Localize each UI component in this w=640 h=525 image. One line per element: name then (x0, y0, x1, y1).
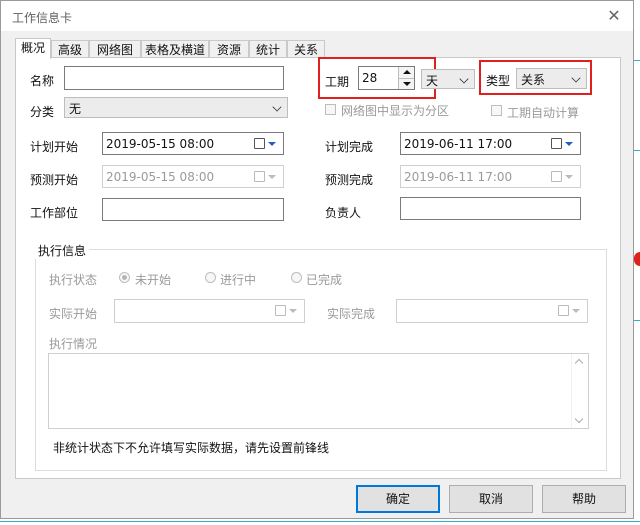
background-red-marker (634, 252, 640, 266)
title-bar: 工作信息卡 ✕ (1, 1, 633, 31)
tab-network[interactable]: 网络图 (89, 40, 141, 58)
dept-input[interactable] (102, 198, 284, 221)
dropdown-arrow-icon (268, 175, 276, 179)
category-label: 分类 (30, 105, 55, 119)
status-radio-completed[interactable] (291, 272, 302, 283)
forecast-start-field: 2019-05-15 08:00 (102, 165, 284, 188)
notes-scrollbar[interactable] (571, 354, 588, 428)
type-select[interactable]: 关系 (516, 68, 587, 89)
dropdown-arrow-icon (565, 175, 573, 179)
plan-start-label: 计划开始 (30, 140, 79, 154)
background-grid-line (0, 521, 640, 522)
type-value: 关系 (521, 73, 546, 87)
category-select[interactable]: 无 (64, 97, 288, 118)
forecast-finish-value: 2019-06-11 17:00 (404, 170, 513, 184)
calendar-icon (254, 138, 265, 149)
duration-label: 工期 (325, 75, 350, 89)
background-grid-line (634, 60, 640, 61)
forecast-finish-label: 预测完成 (325, 173, 374, 187)
plan-finish-value: 2019-06-11 17:00 (404, 137, 513, 151)
dialog-title: 工作信息卡 (12, 11, 73, 25)
calendar-icon (275, 305, 286, 316)
calendar-dropdown (558, 304, 584, 318)
status-option-in-progress: 进行中 (220, 273, 257, 287)
dropdown-arrow-icon (565, 142, 573, 146)
duration-unit-select[interactable]: 天 (421, 69, 475, 89)
forecast-start-value: 2019-05-15 08:00 (106, 170, 215, 184)
calendar-icon (254, 171, 265, 182)
tab-advanced[interactable]: 高级 (51, 40, 89, 58)
duration-stepper[interactable]: 28 (358, 66, 415, 90)
ok-button[interactable]: 确定 (356, 485, 440, 513)
forecast-finish-field: 2019-06-11 17:00 (400, 165, 581, 188)
auto-calc-label: 工期自动计算 (507, 106, 580, 120)
owner-label: 负责人 (325, 206, 362, 220)
duration-unit-value: 天 (426, 74, 439, 88)
execution-group-title: 执行信息 (35, 242, 90, 259)
name-label: 名称 (30, 74, 55, 88)
calendar-dropdown (254, 170, 280, 184)
actual-finish-label: 实际完成 (327, 307, 376, 321)
status-option-completed: 已完成 (306, 273, 343, 287)
background-grid-line (634, 320, 640, 321)
work-info-dialog: 工作信息卡 ✕ 概况 高级 网络图 表格及横道 资源 统计 关系 名称 工期 2… (0, 0, 634, 519)
auto-calc-checkbox[interactable] (491, 105, 502, 116)
calendar-icon (551, 138, 562, 149)
chevron-down-icon (571, 73, 581, 83)
tab-relations[interactable]: 关系 (287, 40, 325, 58)
duration-value: 28 (362, 71, 378, 85)
dept-label: 工作部位 (30, 206, 79, 220)
cancel-button[interactable]: 取消 (449, 485, 533, 513)
scroll-up-icon[interactable] (574, 358, 584, 368)
notes-label: 执行情况 (49, 337, 98, 351)
help-button[interactable]: 帮助 (542, 485, 626, 513)
plan-start-value: 2019-05-15 08:00 (106, 137, 215, 151)
plan-finish-field[interactable]: 2019-06-11 17:00 (400, 132, 581, 155)
stepper-arrows[interactable] (398, 67, 414, 89)
stepper-down-icon[interactable] (403, 82, 411, 86)
type-label: 类型 (486, 74, 511, 88)
background-grid-line (634, 150, 640, 151)
calendar-icon (558, 305, 569, 316)
plan-start-field[interactable]: 2019-05-15 08:00 (102, 132, 284, 155)
scroll-down-icon[interactable] (574, 414, 584, 424)
show-as-zone-label: 网络图中显示为分区 (341, 104, 450, 118)
forecast-start-label: 预测开始 (30, 173, 79, 187)
status-radio-in-progress[interactable] (205, 272, 216, 283)
stepper-up-icon[interactable] (403, 70, 411, 74)
tab-table-gantt[interactable]: 表格及横道 (141, 40, 209, 58)
tab-overview[interactable]: 概况 (15, 38, 51, 59)
notice-text: 非统计状态下不允许填写实际数据，请先设置前锋线 (53, 441, 330, 455)
calendar-icon (551, 171, 562, 182)
notes-textarea[interactable] (48, 353, 589, 429)
status-radio-not-started[interactable] (119, 272, 130, 283)
calendar-dropdown (275, 304, 301, 318)
calendar-dropdown (551, 170, 577, 184)
dropdown-arrow-icon (268, 142, 276, 146)
category-value: 无 (69, 102, 82, 116)
calendar-dropdown[interactable] (551, 137, 577, 151)
close-icon[interactable]: ✕ (603, 5, 625, 27)
tab-statistics[interactable]: 统计 (249, 40, 287, 58)
status-label: 执行状态 (49, 273, 98, 287)
actual-start-label: 实际开始 (49, 307, 98, 321)
plan-finish-label: 计划完成 (325, 140, 374, 154)
chevron-down-icon (272, 102, 282, 112)
show-as-zone-checkbox[interactable] (325, 104, 336, 115)
status-option-not-started: 未开始 (135, 273, 172, 287)
chevron-down-icon (459, 74, 469, 84)
calendar-dropdown[interactable] (254, 137, 280, 151)
owner-input[interactable] (400, 197, 581, 220)
name-input[interactable] (64, 66, 284, 90)
actual-finish-field (396, 299, 588, 323)
dropdown-arrow-icon (289, 309, 297, 313)
dropdown-arrow-icon (572, 309, 580, 313)
tab-resources[interactable]: 资源 (209, 40, 249, 58)
actual-start-field (114, 299, 305, 323)
